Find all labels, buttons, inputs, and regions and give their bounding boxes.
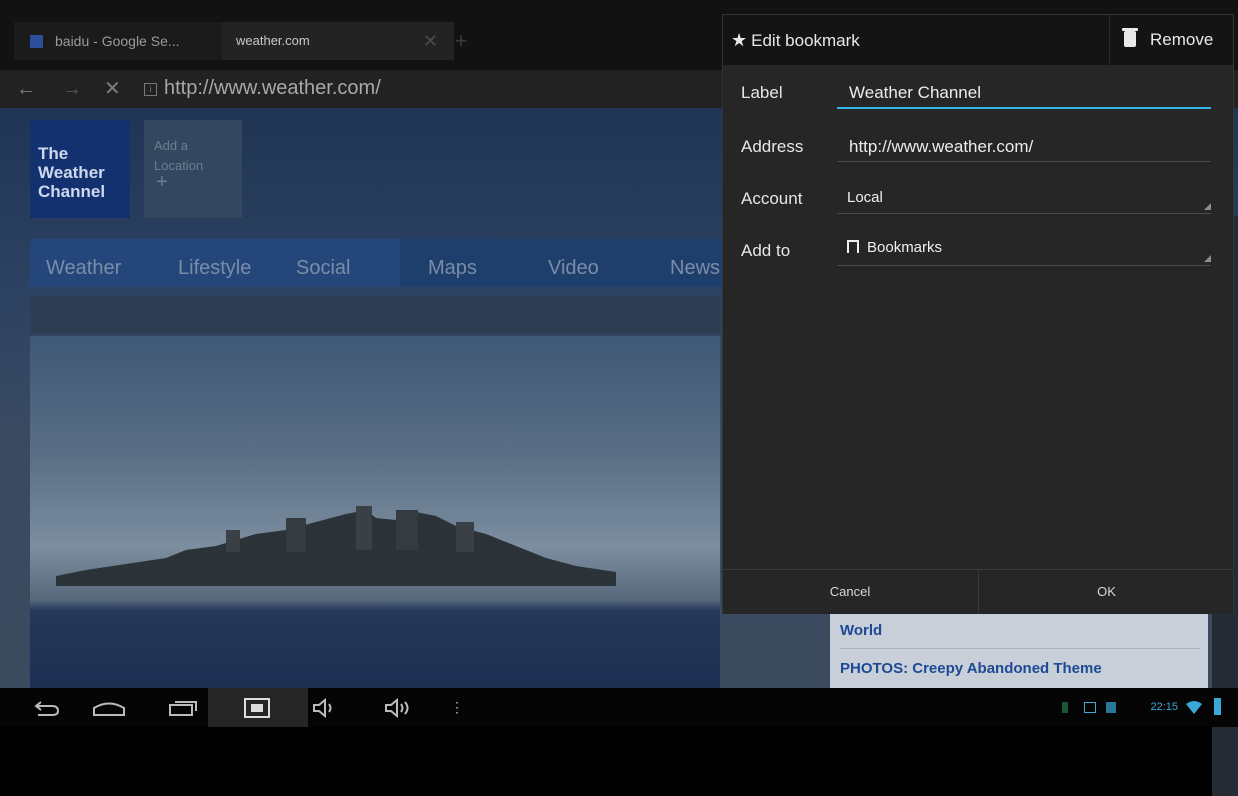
add-location-button[interactable]: Add a Location + <box>144 120 242 218</box>
add-to-underline <box>837 265 1211 266</box>
notification-icon <box>1106 702 1116 713</box>
weather-channel-logo[interactable]: The Weather Channel <box>30 120 130 218</box>
account-underline <box>837 213 1211 214</box>
label-input[interactable]: Weather Channel <box>847 83 1213 103</box>
address-input[interactable]: http://www.weather.com/ <box>847 137 1213 157</box>
nav-lifestyle[interactable]: Lifestyle <box>178 239 251 297</box>
nav-social[interactable]: Social <box>296 239 350 297</box>
tab-label: baidu - Google Se... <box>55 33 180 49</box>
add-to-field-label: Add to <box>741 241 791 260</box>
screenshot-button[interactable] <box>208 688 308 727</box>
home-icon[interactable] <box>92 699 126 717</box>
divider <box>840 648 1200 649</box>
stop-icon[interactable]: ✕ <box>104 70 121 108</box>
dialog-title: ★ Edit bookmark <box>731 15 860 66</box>
wifi-icon <box>1186 701 1202 714</box>
account-spinner[interactable]: Local <box>847 189 883 206</box>
back-icon[interactable] <box>34 700 60 716</box>
content-strip <box>30 296 720 334</box>
remove-label: Remove <box>1150 30 1214 49</box>
recent-apps-icon[interactable] <box>168 699 198 717</box>
new-tab-button[interactable]: + <box>446 22 476 60</box>
link-world[interactable]: World <box>840 622 882 639</box>
tab-weather[interactable]: weather.com ✕ <box>222 22 454 60</box>
system-bar: ⋮ 22:15 <box>0 688 1238 727</box>
menu-icon[interactable]: ⋮ <box>450 688 464 727</box>
logo-line: Channel <box>38 182 106 201</box>
volume-down-icon[interactable] <box>312 698 338 718</box>
logo-line: Weather <box>38 163 105 182</box>
add-to-spinner[interactable]: Bookmarks <box>847 239 942 256</box>
edit-bookmark-dialog: ★ Edit bookmark Remove Label Weather Chan… <box>722 14 1234 614</box>
battery-icon <box>1214 698 1221 715</box>
page-info-icon[interactable]: i <box>144 83 157 96</box>
add-location-line: Add a <box>154 138 188 153</box>
screenshot-icon <box>244 698 270 718</box>
account-dropdown-icon[interactable] <box>1204 203 1211 210</box>
favicon-icon <box>30 35 43 48</box>
tab-label: weather.com <box>236 33 310 48</box>
screen-icon <box>1084 702 1096 713</box>
nav-weather[interactable]: Weather <box>46 239 121 297</box>
side-panel: World PHOTOS: Creepy Abandoned Theme <box>830 608 1208 688</box>
dialog-title-text: Edit bookmark <box>751 31 860 50</box>
label-input-underline <box>837 107 1211 109</box>
close-tab-icon[interactable]: ✕ <box>423 22 438 60</box>
link-photos[interactable]: PHOTOS: Creepy Abandoned Theme <box>840 660 1102 677</box>
nav-news[interactable]: News <box>670 239 720 297</box>
trash-icon <box>1122 28 1138 47</box>
account-field-label: Account <box>741 189 803 208</box>
dialog-button-bar: Cancel OK <box>723 569 1233 614</box>
remove-button[interactable]: Remove <box>1109 15 1234 65</box>
logo-line: The <box>38 144 69 163</box>
back-arrow-icon[interactable]: ← <box>16 70 36 108</box>
nav-video[interactable]: Video <box>548 239 599 297</box>
nav-maps[interactable]: Maps <box>428 239 477 297</box>
add-to-value: Bookmarks <box>867 239 943 256</box>
bookmark-icon <box>847 240 859 253</box>
site-nav: Weather Lifestyle Social Maps Video News <box>30 239 770 287</box>
address-field-label: Address <box>741 137 804 156</box>
url-field[interactable]: http://www.weather.com/ <box>164 70 381 106</box>
ok-button[interactable]: OK <box>978 570 1234 614</box>
island-image <box>56 506 616 586</box>
cancel-button[interactable]: Cancel <box>723 570 977 614</box>
star-icon: ★ <box>731 30 748 50</box>
volume-up-icon[interactable] <box>384 698 414 718</box>
address-input-underline <box>837 161 1211 162</box>
usb-icon <box>1062 702 1068 713</box>
label-field-label: Label <box>741 83 783 102</box>
add-to-dropdown-icon[interactable] <box>1204 255 1211 262</box>
plus-icon: + <box>156 171 168 193</box>
dialog-header: ★ Edit bookmark Remove <box>723 15 1233 65</box>
forward-arrow-icon[interactable]: → <box>62 70 82 108</box>
clock: 22:15 <box>1150 701 1178 713</box>
tab-baidu[interactable]: baidu - Google Se... <box>14 22 230 60</box>
